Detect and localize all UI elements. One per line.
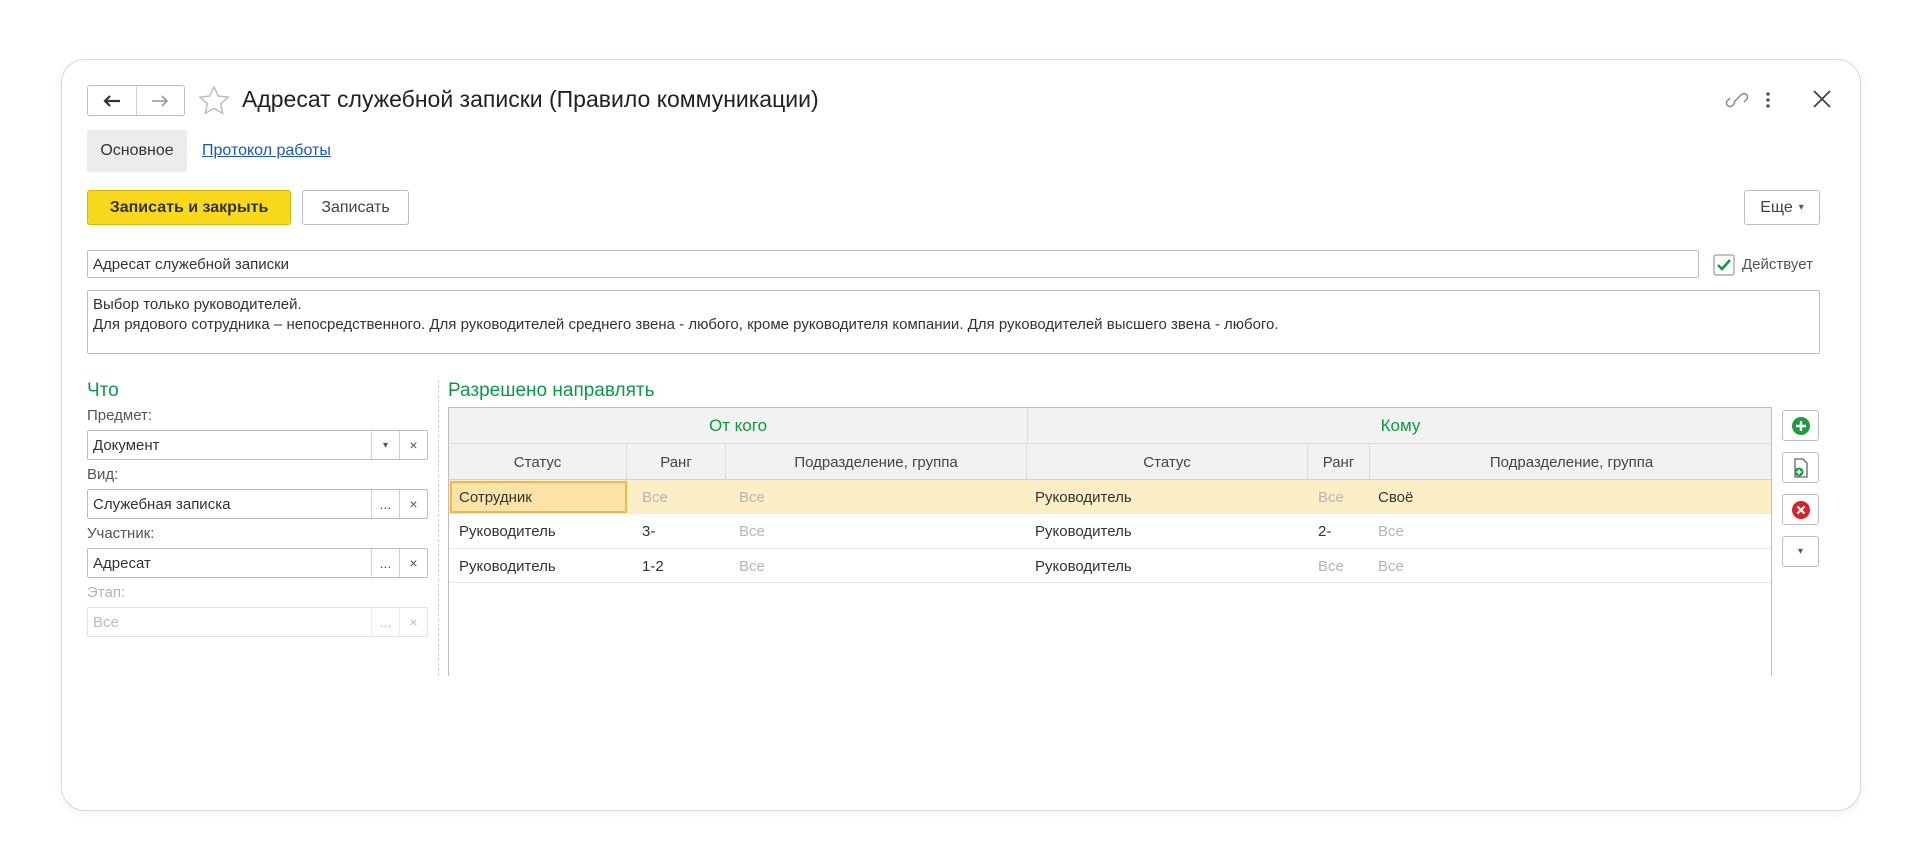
tab-main[interactable]: Основное xyxy=(87,130,187,172)
row-to-status[interactable]: Руководитель xyxy=(1035,514,1132,549)
checkmark-icon xyxy=(1713,254,1735,276)
link-icon[interactable] xyxy=(1725,89,1749,116)
clear-icon: × xyxy=(409,437,418,453)
row-to-dept[interactable]: Все xyxy=(1378,514,1404,549)
row-to-status[interactable]: Руководитель xyxy=(1035,480,1132,514)
row-from-rank[interactable]: 1-2 xyxy=(642,549,664,583)
copy-row-button[interactable] xyxy=(1782,452,1819,483)
clear-button: × xyxy=(399,608,427,636)
subject-field[interactable]: Документ ▾ × xyxy=(87,430,428,460)
stage-field: Все ... × xyxy=(87,607,428,637)
ellipsis-icon: ... xyxy=(379,496,392,512)
row-from-rank[interactable]: Все xyxy=(642,480,668,514)
description-line-2: Для рядового сотрудника – непосредственн… xyxy=(93,316,1279,333)
select-button[interactable]: ... xyxy=(371,549,399,577)
close-icon[interactable] xyxy=(1812,89,1832,114)
chevron-down-icon: ▾ xyxy=(1797,546,1804,557)
table-more-button[interactable]: ▾ xyxy=(1782,536,1819,567)
active-label: Действует xyxy=(1742,256,1813,273)
nav-buttons xyxy=(87,85,185,116)
col-header-to-status[interactable]: Статус xyxy=(1027,444,1308,480)
clear-icon: × xyxy=(409,496,418,512)
forward-button[interactable] xyxy=(135,86,185,115)
add-circle-icon xyxy=(1791,416,1810,435)
stage-label: Этап: xyxy=(87,584,126,601)
participant-label: Участник: xyxy=(87,525,155,542)
group-header-to: Кому xyxy=(1380,416,1421,435)
row-to-status[interactable]: Руководитель xyxy=(1035,549,1132,583)
clear-button[interactable]: × xyxy=(399,549,427,577)
delete-icon xyxy=(1791,500,1810,519)
save-button[interactable]: Записать xyxy=(302,190,409,225)
row-to-dept[interactable]: Все xyxy=(1378,549,1404,583)
arrow-left-icon xyxy=(103,94,120,107)
ellipsis-icon: ... xyxy=(379,614,392,630)
row-from-rank[interactable]: 3- xyxy=(642,514,655,549)
col-header-from-status[interactable]: Статус xyxy=(449,444,627,480)
participant-field[interactable]: Адресат ... × xyxy=(87,548,428,578)
select-button: ... xyxy=(371,608,399,636)
add-row-button[interactable] xyxy=(1782,410,1819,441)
subject-value: Документ xyxy=(93,436,160,454)
subject-label: Предмет: xyxy=(87,407,153,424)
clear-button[interactable]: × xyxy=(399,431,427,459)
dropdown-button[interactable]: ▾ xyxy=(371,431,399,459)
kind-label: Вид: xyxy=(87,466,119,483)
participant-value: Адресат xyxy=(93,554,151,572)
row-from-status[interactable]: Руководитель xyxy=(459,549,556,583)
allowed-section-title: Разрешено направлять xyxy=(448,380,655,401)
description-line-1: Выбор только руководителей. xyxy=(93,296,302,313)
chevron-down-icon: ▾ xyxy=(382,439,389,451)
row-from-status[interactable]: Руководитель xyxy=(459,514,556,549)
back-button[interactable] xyxy=(88,86,136,115)
more-button[interactable]: Еще ▾ xyxy=(1744,190,1820,225)
row-to-rank[interactable]: Все xyxy=(1318,549,1344,583)
arrow-right-icon xyxy=(152,94,169,107)
description-textarea[interactable]: Выбор только руководителей. Для рядового… xyxy=(87,290,1820,354)
name-input[interactable]: Адресат служебной записки xyxy=(87,250,1699,278)
ellipsis-icon: ... xyxy=(379,555,392,571)
row-to-rank[interactable]: Все xyxy=(1318,480,1344,514)
save-and-close-button[interactable]: Записать и закрыть xyxy=(87,190,291,225)
clear-icon: × xyxy=(409,614,418,630)
window-title: Адресат служебной записки (Правило комму… xyxy=(242,86,819,112)
copy-document-icon xyxy=(1793,457,1808,478)
kind-value: Служебная записка xyxy=(93,495,231,513)
row-from-dept[interactable]: Все xyxy=(739,514,765,549)
clear-icon: × xyxy=(409,555,418,571)
chevron-down-icon: ▾ xyxy=(1798,202,1804,213)
what-section-title: Что xyxy=(87,380,119,401)
active-checkbox[interactable] xyxy=(1713,254,1735,281)
delete-row-button[interactable] xyxy=(1782,494,1819,525)
favorite-star-icon[interactable] xyxy=(198,85,230,120)
col-header-from-dept[interactable]: Подразделение, группа xyxy=(726,444,1027,480)
name-input-value: Адресат служебной записки xyxy=(93,255,290,273)
more-button-label: Еще xyxy=(1760,198,1793,216)
clear-button[interactable]: × xyxy=(399,490,427,518)
col-header-to-dept[interactable]: Подразделение, группа xyxy=(1370,444,1771,480)
row-from-dept[interactable]: Все xyxy=(739,549,765,583)
tab-work-log[interactable]: Протокол работы xyxy=(202,142,331,160)
row-to-rank[interactable]: 2- xyxy=(1318,514,1331,549)
kind-field[interactable]: Служебная записка ... × xyxy=(87,489,428,519)
row-to-dept[interactable]: Своё xyxy=(1378,480,1413,514)
row-from-dept[interactable]: Все xyxy=(739,480,765,514)
select-button[interactable]: ... xyxy=(371,490,399,518)
section-divider xyxy=(438,380,439,676)
group-header-from: От кого xyxy=(708,416,768,435)
col-header-from-rank[interactable]: Ранг xyxy=(627,444,726,480)
row-from-status[interactable]: Сотрудник xyxy=(459,480,532,514)
stage-value: Все xyxy=(93,613,119,631)
rules-table: От кого Кому Статус Ранг Подразделение, … xyxy=(448,407,1772,676)
more-vertical-icon[interactable] xyxy=(1764,89,1772,116)
col-header-to-rank[interactable]: Ранг xyxy=(1308,444,1370,480)
